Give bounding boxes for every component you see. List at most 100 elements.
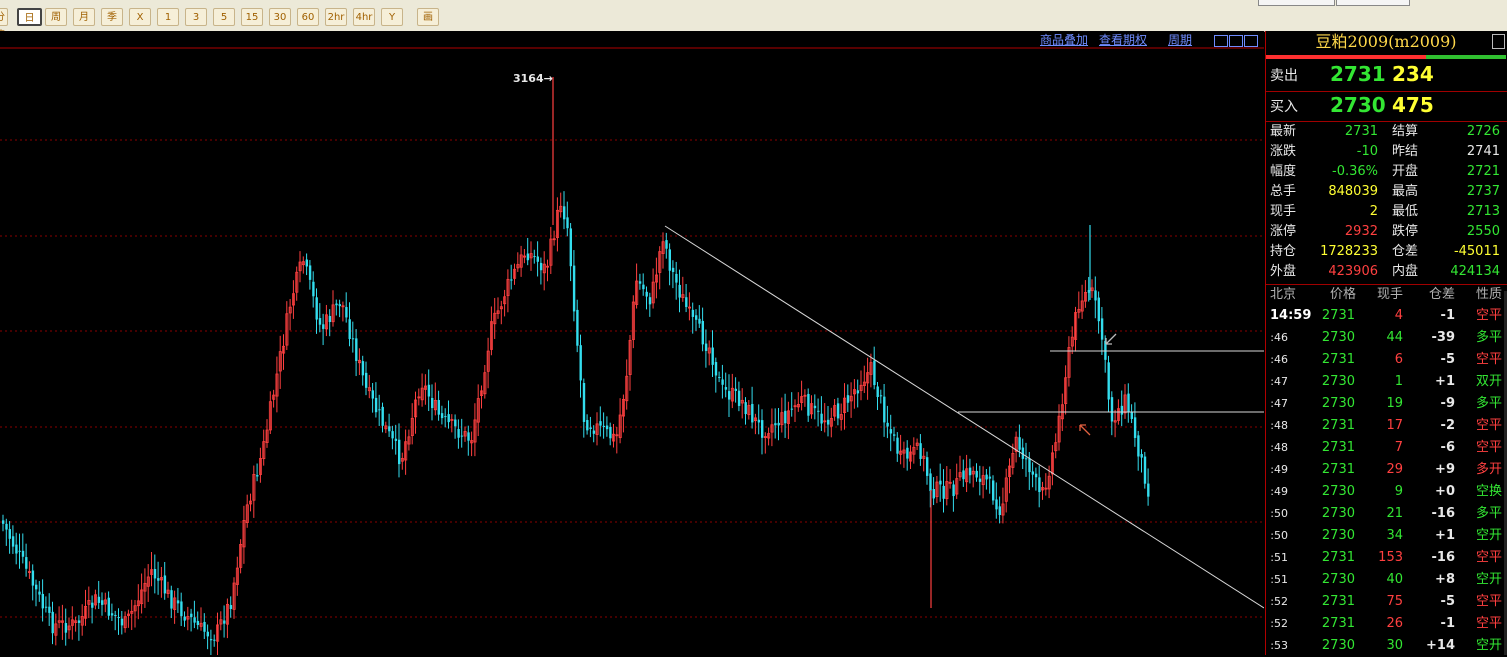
tick-row[interactable]: :52 2731 26 -1 空平 [1266,613,1506,635]
tick-row[interactable]: :49 2730 9 +0 空换 [1266,481,1506,503]
tick-row[interactable]: :52 2731 75 -5 空平 [1266,591,1506,613]
tick-oi: +1 [1435,374,1455,389]
candle-body-down [602,425,605,428]
period-toolbar: 分笔日周月季X135 15 30 60 2hr 4hr Y画 [0,0,1507,41]
tick-row[interactable]: :50 2730 21 -16 多平 [1266,503,1506,525]
window-tab[interactable] [1336,0,1410,6]
period-button[interactable]: 季 [101,8,123,26]
period-button[interactable]: 1 [157,8,179,26]
view-options-link[interactable]: 查看期权 [1099,31,1147,48]
candle-body-down [328,315,332,322]
tick-price: 2731 [1321,440,1355,455]
chart-nav-buttons[interactable] [1214,32,1258,51]
candle-body-down [431,397,434,409]
stat-label: 昨结 [1392,144,1419,159]
tick-row[interactable]: :51 2731 153 -16 空平 [1266,547,1506,569]
period-button[interactable]: 15 [241,8,263,26]
period-button[interactable]: 2hr [325,8,347,26]
tick-nature: 多开 [1475,462,1502,477]
tick-row[interactable]: :47 2730 19 -9 多平 [1266,393,1506,415]
candle-body-down [35,584,38,590]
tick-nature: 空平 [1475,594,1502,609]
tick-oi: -9 [1440,396,1455,411]
period-link[interactable]: 周期 [1168,31,1192,48]
period-button[interactable]: Y [381,8,403,26]
tick-row[interactable]: :48 2731 17 -2 空平 [1266,415,1506,437]
stat-row: 总手 848039 最高 2737 [1266,182,1506,202]
tick-time: :53 [1270,639,1288,652]
layout-icon[interactable] [1244,35,1258,47]
tick-row[interactable]: :46 2730 44 -39 多平 [1266,327,1506,349]
tick-row[interactable]: :50 2730 34 +1 空开 [1266,525,1506,547]
tick-time: :51 [1270,551,1288,564]
tick-row[interactable]: :48 2731 7 -6 空平 [1266,437,1506,459]
candle-body-down [510,279,513,281]
tick-price: 2731 [1321,308,1355,323]
candle-body-down [97,596,101,603]
tick-row[interactable]: :49 2731 29 +9 多开 [1266,459,1506,481]
window-tab[interactable] [1258,0,1335,6]
candle-body-down [335,303,338,306]
tick-row[interactable]: :47 2730 1 +1 双开 [1266,371,1506,393]
tick-vol: 26 [1386,616,1403,631]
stat-value: -45011 [1453,244,1500,259]
candle-body-down [1097,297,1100,322]
candle-body-down [962,470,965,480]
period-button[interactable]: 30 [269,8,291,26]
tick-nature: 空平 [1475,418,1502,433]
tick-oi: -5 [1440,594,1455,609]
panel-toggle-icon[interactable] [1492,34,1505,49]
period-button[interactable]: 周 [45,8,67,26]
candle-body-down [526,253,530,261]
candle-body-down [668,249,671,271]
candle-body-down [827,419,830,425]
period-button[interactable]: X [129,8,151,26]
period-button[interactable]: 月 [73,8,95,26]
overlay-commodity-link[interactable]: 商品叠加 [1040,31,1088,48]
period-button[interactable]: 5 [213,8,235,26]
candle-body-down [176,600,180,604]
tick-row[interactable]: :53 2730 30 +14 空开 [1266,635,1506,657]
tick-vol: 40 [1386,572,1403,587]
tick-nature: 空平 [1475,440,1502,455]
period-button[interactable]: 画 [417,8,439,26]
candle-body-down [1127,393,1130,412]
period-button[interactable]: 分笔 [0,8,8,41]
candle-body-down [539,262,543,271]
period-button[interactable]: 3 [185,8,207,26]
candle-body-down [817,410,820,412]
tick-row[interactable]: :46 2731 6 -5 空平 [1266,349,1506,371]
candle-body-down [437,400,440,415]
tick-row[interactable]: 14:59 2731 4 -1 空平 [1266,305,1506,327]
stat-value: 2550 [1466,224,1500,239]
candle-body-down [919,443,922,459]
stat-value: 424134 [1450,264,1500,279]
tick-vol: 6 [1394,352,1403,367]
candle-body-down [777,422,780,426]
candle-body-down [77,620,81,623]
scroll-right-icon[interactable] [1229,35,1243,47]
tick-oi: -1 [1440,616,1455,631]
period-button[interactable]: 4hr [353,8,375,26]
tick-oi: +14 [1426,638,1455,653]
candle-body-down [117,617,120,619]
period-button[interactable]: 60 [297,8,319,26]
candle-body-down [1018,437,1021,450]
candle-body-down [1094,290,1097,301]
candle-body-down [355,338,358,361]
candle-body-down [371,390,374,399]
candle-body-down [38,591,41,595]
tick-row[interactable]: :51 2730 40 +8 空开 [1266,569,1506,591]
period-button[interactable]: 日 [17,8,42,26]
kline-chart[interactable]: 3164→ 商品叠加 查看期权 周期 [0,31,1264,655]
candle-body-down [351,338,355,340]
scroll-left-icon[interactable] [1214,35,1228,47]
candle-body-down [193,617,196,623]
tick-time: :50 [1270,529,1288,542]
candle-body-down [163,575,167,594]
stat-row: 外盘 423906 内盘 424134 [1266,262,1506,282]
tick-nature: 空平 [1475,616,1502,631]
tick-time: :50 [1270,507,1288,520]
stat-value: -0.36% [1332,164,1378,179]
tick-price: 2731 [1321,352,1355,367]
